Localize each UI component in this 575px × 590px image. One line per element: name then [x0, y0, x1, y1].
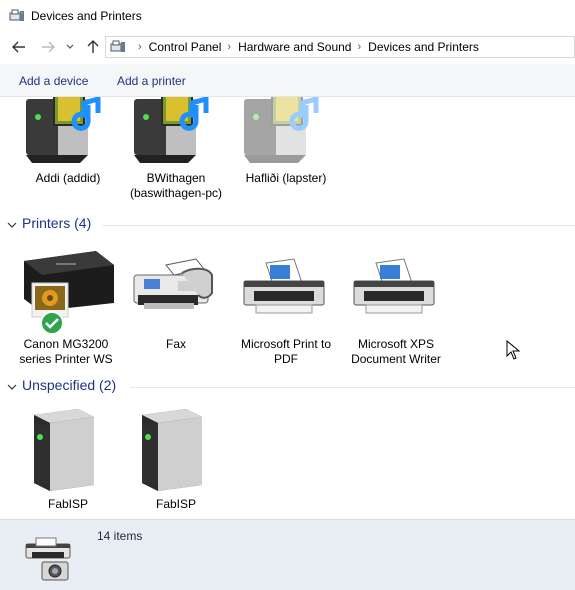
- address-row: › Control Panel › Hardware and Sound › D…: [0, 32, 575, 62]
- group-title: Printers (4): [22, 215, 92, 231]
- group-header-unspecified[interactable]: Unspecified (2): [0, 377, 575, 397]
- command-bar: Add a device Add a printer: [0, 64, 575, 97]
- printer-label: Microsoft Print to: [240, 337, 332, 351]
- group-divider: [130, 387, 575, 388]
- printer-tile-microsoft-print-to-pdf[interactable]: Microsoft Print to PDF: [236, 243, 336, 373]
- breadcrumb-control-panel[interactable]: Control Panel: [149, 40, 222, 54]
- computer-media-icon: [244, 97, 319, 163]
- mouse-cursor-icon: [506, 340, 520, 360]
- device-tile-bwithagen[interactable]: BWithagen (baswithagen-pc): [126, 97, 226, 209]
- fax-icon: [133, 258, 213, 309]
- add-device-button[interactable]: Add a device: [19, 74, 88, 88]
- item-count: 14 items: [97, 529, 143, 543]
- device-label: FabISP: [155, 497, 197, 511]
- device-label-secondary: (baswithagen-pc): [129, 186, 223, 200]
- collapse-chevron-icon[interactable]: [7, 221, 17, 229]
- device-tile-haflidi[interactable]: Hafliði (lapster): [236, 97, 336, 199]
- add-printer-button[interactable]: Add a printer: [117, 74, 186, 88]
- computer-media-icon: [26, 97, 101, 163]
- tower-icon: [142, 409, 202, 491]
- breadcrumb-separator-icon[interactable]: ›: [138, 41, 142, 53]
- default-printer-check-icon: [40, 311, 64, 335]
- group-title: Unspecified (2): [22, 377, 117, 393]
- devices-printers-status-icon: [25, 537, 71, 581]
- printer-tile-fax[interactable]: Fax: [126, 243, 226, 373]
- printer-icon: [243, 258, 325, 314]
- printer-icon: [353, 258, 435, 314]
- printer-tile-microsoft-xps[interactable]: Microsoft XPS Document Writer: [346, 243, 446, 373]
- up-arrow-icon[interactable]: [85, 39, 101, 55]
- breadcrumb-separator-icon[interactable]: ›: [357, 41, 361, 53]
- window-title: Devices and Printers: [31, 9, 142, 23]
- printer-label: Canon MG3200: [23, 337, 109, 351]
- devices-printers-app-icon: [9, 9, 24, 21]
- forward-arrow-icon[interactable]: [40, 39, 56, 55]
- device-label: FabISP: [47, 497, 89, 511]
- group-header-printers[interactable]: Printers (4): [0, 215, 575, 235]
- printer-label-secondary: PDF: [274, 352, 298, 366]
- printer-tile-canon[interactable]: Canon MG3200 series Printer WS: [16, 243, 116, 373]
- breadcrumb-separator-icon[interactable]: ›: [227, 41, 231, 53]
- tower-icon: [34, 409, 94, 491]
- printer-label-secondary: series Printer WS: [19, 352, 113, 366]
- device-label: Addi (addid): [35, 171, 101, 185]
- canon-printer-icon: [24, 251, 114, 335]
- device-list[interactable]: Addi (addid) BWithagen (baswithagen-pc) …: [0, 97, 575, 519]
- unspecified-tile-fabisp[interactable]: FabISP: [18, 403, 118, 515]
- computer-media-icon: [134, 97, 209, 163]
- breadcrumb: › Control Panel › Hardware and Sound › D…: [132, 40, 479, 54]
- device-label: Hafliði (lapster): [245, 171, 327, 185]
- device-label: BWithagen: [146, 171, 206, 185]
- breadcrumb-hardware-and-sound[interactable]: Hardware and Sound: [238, 40, 351, 54]
- device-tile-addi[interactable]: Addi (addid): [18, 97, 118, 199]
- control-panel-icon: [110, 40, 125, 52]
- breadcrumb-devices-and-printers[interactable]: Devices and Printers: [368, 40, 479, 54]
- status-bar: 14 items: [0, 519, 575, 590]
- group-divider: [102, 225, 575, 226]
- recent-locations-chevron-icon[interactable]: [65, 39, 75, 55]
- printer-label-secondary: Document Writer: [351, 352, 441, 366]
- back-arrow-icon[interactable]: [11, 39, 27, 55]
- collapse-chevron-icon[interactable]: [7, 383, 17, 391]
- address-bar[interactable]: › Control Panel › Hardware and Sound › D…: [105, 36, 575, 58]
- title-bar: Devices and Printers: [0, 0, 575, 32]
- printer-label: Fax: [165, 337, 186, 351]
- unspecified-tile-fabisp[interactable]: FabISP: [126, 403, 226, 515]
- printer-label: Microsoft XPS: [357, 337, 435, 351]
